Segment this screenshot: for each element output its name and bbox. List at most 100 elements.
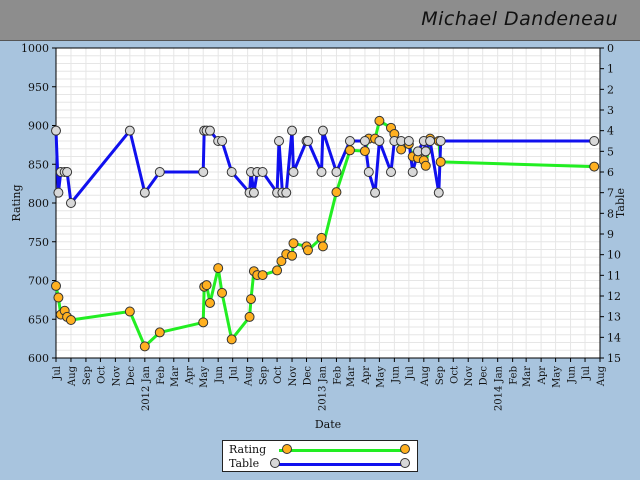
y-tick-label: 1000 xyxy=(21,42,49,55)
data-point-table xyxy=(288,167,299,177)
data-point-table xyxy=(198,167,209,177)
y2-tick-label: 1 xyxy=(607,63,614,76)
x-tick-label: Oct xyxy=(96,366,107,384)
y2-tick-label: 12 xyxy=(607,290,621,303)
x-tick-label: 2012 Jan xyxy=(141,365,152,411)
x-tick-label: Mar xyxy=(522,366,533,387)
x-tick-label: Mar xyxy=(170,366,181,387)
x-tick-label: Dec xyxy=(303,366,314,386)
data-point-table xyxy=(65,198,76,208)
x-axis-ticks: Jul Aug Sep Oct Nov Dec 2012 Jan Feb Mar Apr May Ju… xyxy=(52,358,607,411)
data-point-table xyxy=(359,136,370,146)
legend-label-table: Table xyxy=(229,457,260,470)
data-point-table xyxy=(407,167,418,177)
data-point-rating xyxy=(201,280,212,291)
data-point-table xyxy=(281,187,292,198)
data-point-rating xyxy=(331,187,342,198)
x-tick-label: Jul xyxy=(229,366,240,381)
x-tick-label: Jul xyxy=(52,366,63,381)
x-tick-label: Nov xyxy=(288,366,299,387)
data-point-rating xyxy=(288,238,299,249)
data-point-rating xyxy=(589,161,600,172)
data-point-rating xyxy=(257,270,268,281)
data-point-rating xyxy=(287,250,298,261)
data-point-table xyxy=(51,125,61,136)
y2-tick-label: 5 xyxy=(607,145,614,158)
data-point-table xyxy=(331,167,342,177)
y-axis-label: Rating xyxy=(10,184,23,221)
y2-tick-label: 4 xyxy=(607,125,614,138)
data-point-table xyxy=(403,136,414,146)
data-point-rating xyxy=(435,156,446,167)
data-point-rating xyxy=(396,144,407,155)
y-tick-label: 600 xyxy=(28,352,49,365)
data-point-table xyxy=(425,136,436,146)
x-tick-label: Feb xyxy=(332,366,343,385)
legend-marker-rating-start xyxy=(282,444,292,454)
x-tick-label: Nov xyxy=(464,366,475,387)
data-point-rating xyxy=(272,265,283,276)
x-tick-label: Dec xyxy=(479,366,490,386)
data-point-rating xyxy=(217,287,228,298)
data-point-table xyxy=(248,187,259,198)
data-point-rating xyxy=(317,241,328,252)
x-tick-label: Nov xyxy=(111,366,122,387)
x-tick-label: May xyxy=(375,366,386,388)
legend-marker-table-start xyxy=(270,458,280,468)
data-point-rating xyxy=(302,245,313,256)
data-point-table xyxy=(385,167,396,177)
data-point-table xyxy=(274,136,285,146)
data-point-table xyxy=(287,125,298,136)
legend-swatch-rating xyxy=(279,449,403,452)
data-point-table xyxy=(316,167,327,177)
data-point-table xyxy=(370,187,381,198)
y2-tick-label: 7 xyxy=(607,187,614,200)
y-tick-label: 700 xyxy=(28,275,49,288)
data-point-rating xyxy=(204,297,215,308)
legend-label-rating: Rating xyxy=(229,443,267,456)
x-tick-label: Feb xyxy=(156,366,167,385)
x-tick-label: 2014 Jan xyxy=(494,365,505,411)
data-point-table xyxy=(374,136,385,146)
y-tick-label: 650 xyxy=(28,313,49,326)
y-tick-label: 900 xyxy=(28,120,49,133)
data-point-rating xyxy=(198,317,209,328)
data-point-table xyxy=(226,167,237,177)
data-point-rating xyxy=(124,306,135,317)
x-tick-label: Sep xyxy=(82,366,93,385)
data-point-rating xyxy=(53,292,64,303)
data-point-rating xyxy=(316,232,327,243)
y2-tick-label: 13 xyxy=(607,311,621,324)
data-point-table xyxy=(154,167,165,177)
data-point-table xyxy=(589,136,600,146)
y-axis-left-ticks: 600 650 700 750 800 850 900 950 1000 xyxy=(21,42,56,365)
y-tick-label: 850 xyxy=(28,158,49,171)
x-tick-label: Jun xyxy=(390,365,401,383)
x-tick-label: Oct xyxy=(273,366,284,384)
data-point-table xyxy=(257,167,268,177)
data-point-rating xyxy=(246,294,257,305)
x-tick-label: May xyxy=(199,366,210,388)
legend-marker-table-end xyxy=(400,458,410,468)
x-tick-label: Aug xyxy=(420,365,431,387)
legend-item-rating: Rating xyxy=(229,443,413,457)
x-tick-label: 2013 Jan xyxy=(317,365,328,411)
x-tick-label: Sep xyxy=(435,366,446,385)
data-point-rating xyxy=(344,145,355,156)
x-tick-label: Mar xyxy=(346,366,357,387)
y-tick-label: 750 xyxy=(28,236,49,249)
x-tick-label: Aug xyxy=(596,365,607,387)
data-point-rating xyxy=(154,327,165,338)
data-point-table xyxy=(62,167,73,177)
data-point-table xyxy=(317,125,328,136)
data-point-rating xyxy=(51,280,61,291)
y2-tick-label: 8 xyxy=(607,207,614,220)
data-point-table xyxy=(124,125,135,136)
x-tick-label: Sep xyxy=(259,366,270,385)
data-point-rating xyxy=(244,311,255,322)
y2-tick-label: 6 xyxy=(607,166,614,179)
x-axis-label: Date xyxy=(315,418,341,431)
x-tick-label: Apr xyxy=(361,366,372,386)
data-point-table xyxy=(204,125,215,136)
data-point-table xyxy=(433,187,444,198)
